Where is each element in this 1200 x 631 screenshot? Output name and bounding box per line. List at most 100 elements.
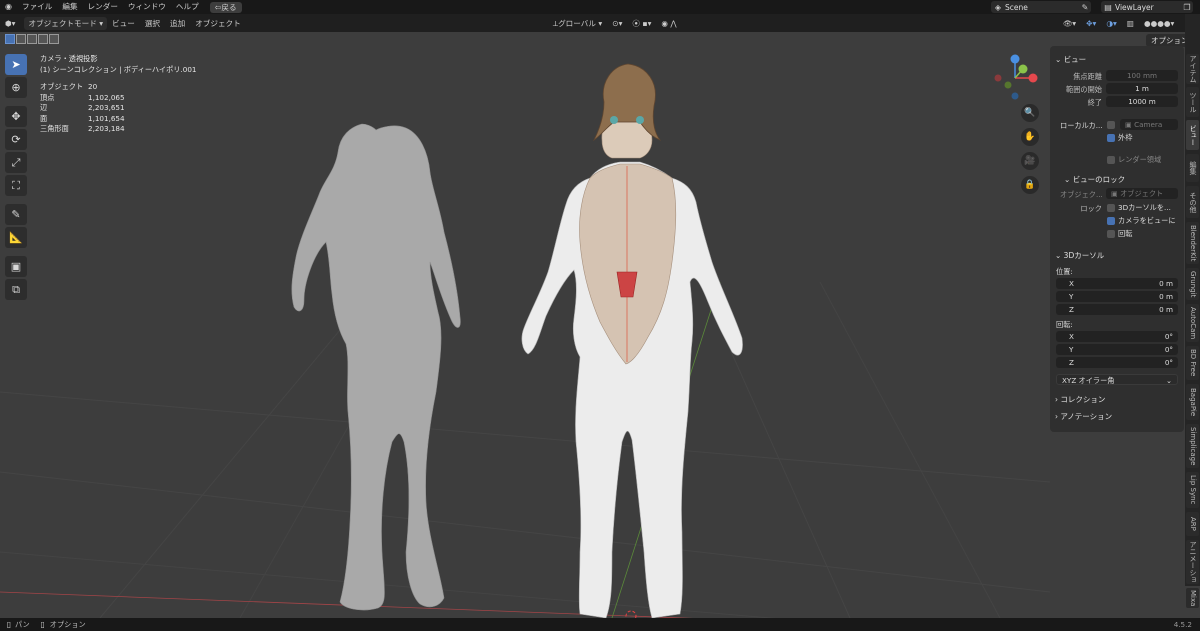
mouse-middle-icon: ▯ bbox=[6, 620, 12, 629]
scene-selector[interactable]: ◈ Scene ✎ bbox=[991, 1, 1091, 13]
cursor-z-field[interactable]: Z0 m bbox=[1056, 304, 1178, 315]
status-bar: ▯ パン ▯ オプション 4.5.2 bbox=[0, 618, 1200, 631]
menu-view[interactable]: ビュー bbox=[107, 18, 140, 29]
navigation-gizmo[interactable] bbox=[992, 52, 1042, 102]
cursor-x-field[interactable]: X0 m bbox=[1056, 278, 1178, 289]
add-cube-tool-icon[interactable]: ▣ bbox=[5, 256, 27, 277]
stat-row: 面 1,101,654 bbox=[40, 113, 125, 123]
select-tool-icon[interactable]: ➤ bbox=[5, 54, 27, 75]
render-region-checkbox[interactable] bbox=[1107, 156, 1115, 164]
viewport-info: カメラ・透視投影 (1) シーンコレクション | ボディーハイポリ.001 bbox=[40, 54, 197, 75]
transform-tool-icon[interactable]: ⛶ bbox=[5, 175, 27, 196]
back-button[interactable]: ⇦ 戻る bbox=[209, 1, 242, 13]
cursor-tool-icon[interactable]: ⊕ bbox=[5, 77, 27, 98]
rotation-mode-dropdown[interactable]: XYZ オイラー角 ⌄ bbox=[1056, 374, 1178, 385]
select-invert-icon[interactable] bbox=[38, 34, 48, 44]
lock-cursor-checkbox[interactable] bbox=[1107, 204, 1115, 212]
clip-start-field[interactable]: 1 m bbox=[1106, 83, 1178, 94]
view-layer-selector[interactable]: ▤ ViewLayer ❐ bbox=[1101, 1, 1193, 13]
menu-help[interactable]: ヘルプ bbox=[171, 0, 204, 14]
cursor-rot-z-field[interactable]: Z 0° bbox=[1056, 357, 1178, 368]
lock-icon[interactable]: 🔒 bbox=[1021, 176, 1039, 194]
scene-stats: オブジェクト 20 頂点 1,102,065 辺 2,203,651 面 1,101,6… bbox=[40, 82, 125, 135]
blender-logo-icon[interactable]: ◉ bbox=[0, 0, 17, 14]
gizmo-toggle-icon[interactable]: ✥▾ bbox=[1081, 19, 1101, 28]
transform-orientation-dropdown[interactable]: ⟂ グローバル ▾ bbox=[548, 18, 607, 29]
cursor-rot-x-field[interactable]: X 0° bbox=[1056, 331, 1178, 342]
lock-rotation-label: 回転 bbox=[1118, 229, 1133, 238]
camera-to-view-checkbox[interactable] bbox=[1107, 217, 1115, 225]
view-lock-header[interactable]: ⌄ ビューのロック bbox=[1064, 174, 1125, 185]
select-new-icon[interactable] bbox=[5, 34, 15, 44]
tab-autocam[interactable]: AutoCam bbox=[1186, 304, 1199, 342]
move-tool-icon[interactable]: ✥ bbox=[5, 106, 27, 127]
tab-view[interactable]: ビュー bbox=[1186, 120, 1199, 150]
local-camera-checkbox[interactable] bbox=[1107, 121, 1115, 129]
select-intersect-icon[interactable] bbox=[49, 34, 59, 44]
lock-rotation-checkbox[interactable] bbox=[1107, 230, 1115, 238]
select-extend-icon[interactable] bbox=[16, 34, 26, 44]
measure-tool-icon[interactable]: 📐 bbox=[5, 227, 27, 248]
annotate-tool-icon[interactable]: ✎ bbox=[5, 204, 27, 225]
lock-label: ロック bbox=[1080, 204, 1102, 213]
view-layer-name: ViewLayer bbox=[1115, 2, 1154, 12]
snap-icon[interactable]: ⦿ ▪▾ bbox=[627, 18, 656, 29]
zoom-icon[interactable]: 🔍 bbox=[1021, 104, 1039, 122]
pivot-icon[interactable]: ⊙▾ bbox=[607, 19, 627, 28]
copy-icon[interactable]: ❐ bbox=[1181, 3, 1193, 12]
add-object-tool-icon[interactable]: ⧉ bbox=[5, 279, 27, 300]
tab-lip-sync[interactable]: Lip Sync bbox=[1186, 472, 1199, 508]
clip-end-field[interactable]: 1000 m bbox=[1106, 96, 1178, 107]
cursor-y-field[interactable]: Y0 m bbox=[1056, 291, 1178, 302]
visibility-icon[interactable]: 👁▾ bbox=[1058, 19, 1081, 28]
rotate-tool-icon[interactable]: ⟳ bbox=[5, 129, 27, 150]
scene-icon: ◈ bbox=[994, 2, 1002, 12]
select-subtract-icon[interactable] bbox=[27, 34, 37, 44]
pin-icon[interactable]: ✎ bbox=[1079, 3, 1091, 12]
tab-arp[interactable]: ARP bbox=[1186, 512, 1199, 536]
scene-name: Scene bbox=[1005, 2, 1028, 12]
menu-window[interactable]: ウィンドウ bbox=[123, 0, 171, 14]
menu-render[interactable]: レンダー bbox=[83, 0, 123, 14]
tab-misc[interactable]: その他 bbox=[1186, 186, 1199, 218]
tab-tool[interactable]: ツール bbox=[1186, 87, 1199, 117]
tab-edit[interactable]: 編集 bbox=[1186, 154, 1199, 182]
selection-mode-buttons bbox=[5, 34, 59, 44]
cursor-rot-y-field[interactable]: Y 0° bbox=[1056, 344, 1178, 355]
menu-edit[interactable]: 編集 bbox=[57, 0, 82, 14]
scale-tool-icon[interactable]: ⤢ bbox=[5, 152, 27, 173]
menu-file[interactable]: ファイル bbox=[17, 0, 57, 14]
cursor-section-header[interactable]: ⌄ 3Dカーソル bbox=[1055, 250, 1104, 261]
view-name: カメラ・透視投影 bbox=[40, 54, 98, 63]
outer-frame-checkbox[interactable] bbox=[1107, 134, 1115, 142]
pan-hand-icon[interactable]: ✋ bbox=[1021, 128, 1039, 146]
location-label: 位置: bbox=[1056, 267, 1073, 276]
camera-field[interactable]: ▣ Camera bbox=[1120, 119, 1178, 130]
tab-animation[interactable]: アニメーション bbox=[1186, 540, 1199, 584]
camera-view-icon[interactable]: 🎥 bbox=[1021, 152, 1039, 170]
editor-type-icon[interactable]: ⬢▾ bbox=[0, 19, 20, 28]
tab-bagapie[interactable]: BagaPie bbox=[1186, 384, 1199, 420]
tab-mixa[interactable]: Mixa bbox=[1186, 588, 1199, 608]
lock-object-field[interactable]: ▣ オブジェクト bbox=[1106, 188, 1178, 199]
tab-grungit[interactable]: Grungit bbox=[1186, 268, 1199, 300]
focal-length-field[interactable]: 100 mm bbox=[1106, 70, 1178, 81]
xray-icon[interactable]: ▥ bbox=[1122, 19, 1139, 28]
tab-item[interactable]: アイテム bbox=[1186, 54, 1199, 84]
menu-object[interactable]: オブジェクト bbox=[190, 18, 246, 29]
view-section-header[interactable]: ⌄ ビュー bbox=[1055, 54, 1086, 65]
collection-section-header[interactable]: › コレクション bbox=[1055, 394, 1105, 405]
menu-add[interactable]: 追加 bbox=[165, 18, 190, 29]
annotation-section-header[interactable]: › アノテーション bbox=[1055, 411, 1112, 422]
render-region-label: レンダー領域 bbox=[1118, 155, 1162, 164]
tab-simplicage[interactable]: Simplicage bbox=[1186, 424, 1199, 468]
mode-dropdown[interactable]: オブジェクトモード ▾ bbox=[24, 16, 108, 30]
collection-line: (1) シーンコレクション | ボディーハイポリ.001 bbox=[40, 64, 197, 74]
tab-bdfree[interactable]: BD Free bbox=[1186, 346, 1199, 380]
proportional-edit-icon[interactable]: ◉ ⋀ bbox=[656, 19, 681, 28]
tab-blenderkit[interactable]: BlenderKit bbox=[1186, 222, 1199, 264]
menu-select[interactable]: 選択 bbox=[140, 18, 165, 29]
3d-viewport[interactable]: ➤ ⊕ ✥ ⟳ ⤢ ⛶ ✎ 📐 ▣ ⧉ カメラ・透視投影 (1) シーンコレクシ… bbox=[0, 32, 1200, 618]
shading-modes-icon[interactable]: ●●●●▾ bbox=[1139, 19, 1179, 28]
overlay-toggle-icon[interactable]: ◑▾ bbox=[1101, 19, 1121, 28]
